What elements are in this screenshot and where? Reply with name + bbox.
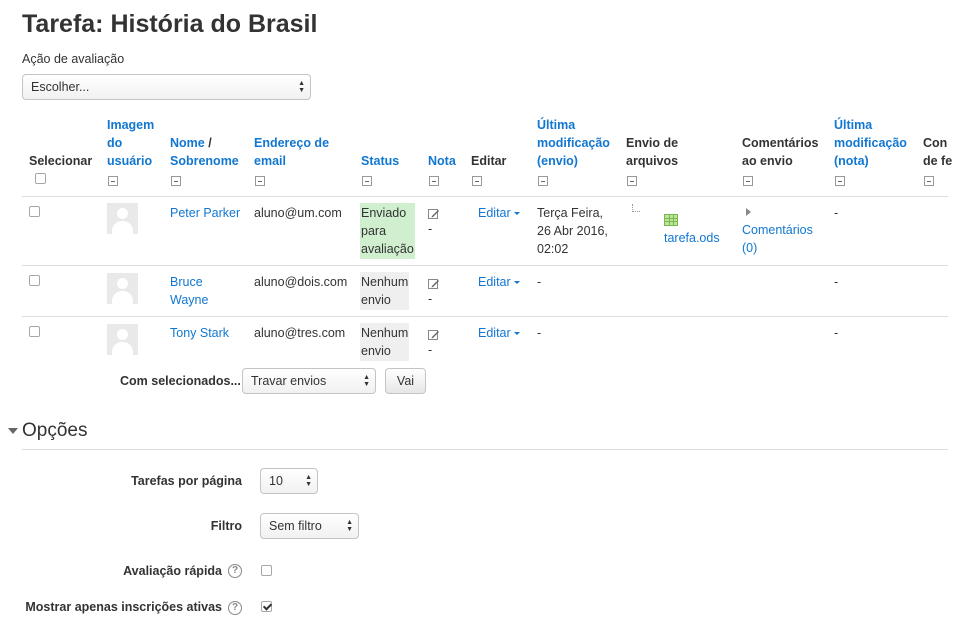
header-name[interactable]: Nome / Sobrenome [170,134,239,170]
collapse-caret-icon[interactable] [8,428,18,434]
help-icon[interactable]: ? [228,564,242,578]
select-arrows-icon: ▲ ▼ [363,374,370,388]
status-badge: Nenhum envio [360,272,410,310]
filter-value: Sem filtro [269,519,322,533]
hide-column-icon[interactable] [362,176,372,186]
hide-column-icon[interactable] [538,176,548,186]
per-page-select[interactable]: 10 ▲ ▼ [260,468,318,494]
tree-connector [632,204,640,212]
help-icon[interactable]: ? [228,601,242,615]
user-name-link[interactable]: Peter Parker [170,204,240,222]
edit-grade-icon[interactable] [428,278,440,290]
grade-value: - [428,292,433,306]
row-select-checkbox[interactable] [29,206,40,217]
avatar[interactable] [107,273,138,304]
last-modified-grade: - [834,275,839,289]
bulk-action-label: Com selecionados... [120,374,241,388]
comments-link[interactable]: Comentários (0) [742,221,813,257]
row-select-checkbox[interactable] [29,275,40,286]
caret-down-icon [513,212,520,216]
header-last-modified-submission[interactable]: Última modificação (envio) [537,116,610,170]
quick-grading-checkbox[interactable] [261,565,272,576]
avatar[interactable] [107,203,138,234]
grade-value: - [428,343,433,357]
filter-select[interactable]: Sem filtro ▲ ▼ [260,513,359,539]
header-feedback-comments: Con de fe [923,136,953,168]
options-section-title[interactable]: Opções [22,420,87,442]
hide-column-icon[interactable] [627,176,637,186]
edit-menu[interactable]: Editar [478,204,520,222]
last-modified-grade: - [834,326,839,340]
expand-comments-icon[interactable] [746,208,751,216]
grading-action-value: Escolher... [31,80,90,94]
hide-column-icon[interactable] [255,176,265,186]
grade-value: - [428,222,433,236]
select-all-checkbox[interactable] [35,173,46,184]
caret-down-icon [513,281,520,285]
hide-column-icon[interactable] [835,176,845,186]
hide-column-icon[interactable] [429,176,439,186]
file-link[interactable]: tarefa.ods [664,229,720,247]
select-arrows-icon: ▲ ▼ [346,519,353,533]
hide-column-icon[interactable] [743,176,753,186]
row-select-checkbox[interactable] [29,326,40,337]
grading-action-label: Ação de avaliação [22,52,125,66]
active-only-checkbox[interactable] [261,601,272,612]
caret-down-icon [513,332,520,336]
filter-label: Filtro [210,519,242,533]
user-email: aluno@um.com [254,206,342,220]
divider [22,265,948,266]
per-page-value: 10 [269,474,283,488]
last-modified: - [537,275,542,289]
select-arrows-icon: ▲ ▼ [305,474,312,488]
header-grade[interactable]: Nota [428,152,456,170]
hide-column-icon[interactable] [924,176,934,186]
edit-menu[interactable]: Editar [478,324,520,342]
last-modified: - [537,326,542,340]
status-badge: Nenhum envio [360,323,410,361]
page-title: Tarefa: História do Brasil [22,10,318,38]
hide-column-icon[interactable] [108,176,118,186]
hide-column-icon[interactable] [171,176,181,186]
edit-menu[interactable]: Editar [478,273,520,291]
user-name-link[interactable]: Bruce Wayne [170,273,208,309]
header-submission-comments: Comentários ao envio [742,136,819,168]
status-badge: Enviado para avaliação [360,203,415,259]
header-select: Selecionar [29,154,93,168]
spreadsheet-file-icon [664,214,678,226]
header-last-modified-grade[interactable]: Última modificação (nota) [834,116,907,170]
user-email: aluno@dois.com [254,275,348,289]
user-name-link[interactable]: Tony Stark [170,324,229,342]
go-button[interactable]: Vai [385,368,426,394]
divider [22,316,948,317]
last-modified-grade: - [834,206,839,220]
header-image[interactable]: Imagem do usuário [107,116,154,170]
header-file-submissions: Envio de arquivos [626,136,679,168]
header-status[interactable]: Status [361,152,399,170]
grading-action-select[interactable]: Escolher... ▲ ▼ [22,74,311,100]
edit-grade-icon[interactable] [428,329,440,341]
bulk-action-select[interactable]: Travar envios ▲ ▼ [242,368,376,394]
active-only-label: Mostrar apenas inscrições ativas [25,600,222,614]
per-page-label: Tarefas por página [131,474,242,488]
hide-column-icon[interactable] [472,176,482,186]
bulk-action-value: Travar envios [251,374,327,388]
user-email: aluno@tres.com [254,326,346,340]
edit-grade-icon[interactable] [428,208,440,220]
select-arrows-icon: ▲ ▼ [298,80,305,94]
last-modified: Terça Feira, 26 Abr 2016, 02:02 [537,206,608,256]
divider [22,196,948,197]
avatar[interactable] [107,324,138,355]
divider [22,449,948,450]
quick-grading-label: Avaliação rápida [123,564,222,578]
header-email[interactable]: Endereço de email [254,134,329,170]
header-edit: Editar [471,154,507,168]
